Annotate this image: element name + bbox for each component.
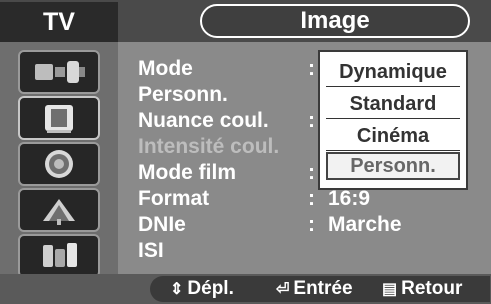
tv-tab[interactable]: TV [0, 2, 118, 42]
sidebar-item-input[interactable] [18, 50, 100, 94]
header-bar: TV Image [0, 0, 491, 42]
menu-colon-dnie: : [308, 213, 315, 236]
sidebar-item-sound[interactable] [18, 142, 100, 186]
menu-colon-mode: : [308, 57, 315, 80]
sidebar-item-setup[interactable] [18, 234, 100, 278]
sidebar-item-picture[interactable] [18, 96, 100, 140]
dropdown-option-dynamique[interactable]: Dynamique [326, 58, 460, 87]
enter-icon: ⏎ [276, 281, 290, 298]
sidebar [0, 42, 118, 278]
menu-colon-nuance-coul: : [308, 109, 315, 132]
tv-osd-screen: TV Image Mode Personn. Nuance coul. Inte… [0, 0, 491, 304]
footer-move-label: Dépl. [187, 278, 234, 299]
menu-colon-format: : [308, 187, 315, 210]
menu-colon-mode-film: : [308, 161, 315, 184]
sidebar-item-channel[interactable] [18, 188, 100, 232]
up-down-arrow-icon: ⇕ [170, 281, 184, 298]
footer-enter[interactable]: ⏎ Entrée [276, 274, 353, 304]
dropdown-option-personn-selected[interactable]: Personn. [326, 152, 460, 180]
sound-icon [45, 150, 73, 178]
input-icon [35, 61, 85, 83]
dropdown-option-standard[interactable]: Standard [326, 90, 460, 119]
mode-dropdown[interactable]: Dynamique Standard Cinéma Personn. [318, 50, 468, 190]
channel-icon [43, 199, 75, 225]
menu-row-isi[interactable]: ISI [138, 238, 338, 264]
setup-icon [43, 243, 77, 267]
image-menu-title: Image [200, 4, 470, 38]
footer-move[interactable]: ⇕ Dépl. [170, 274, 234, 304]
dropdown-option-cinema[interactable]: Cinéma [326, 122, 460, 151]
menu-value-dnie: Marche [328, 213, 402, 236]
menu-row-personn[interactable]: Personn. [138, 82, 338, 108]
return-icon: ▤ [382, 281, 398, 298]
footer-return-label: Retour [401, 278, 463, 299]
picture-icon [45, 105, 73, 133]
footer-enter-label: Entrée [293, 278, 353, 299]
footer-return[interactable]: ▤ Retour [382, 274, 462, 304]
menu-row-intensite-coul: Intensité coul. [138, 135, 280, 158]
